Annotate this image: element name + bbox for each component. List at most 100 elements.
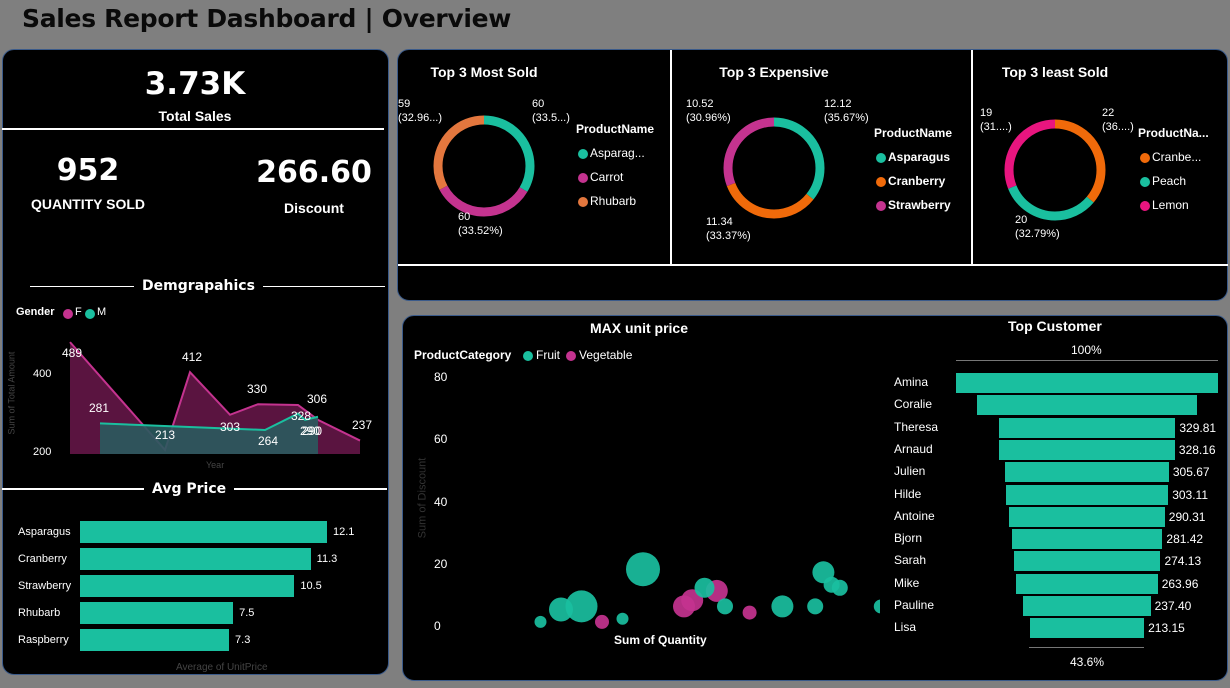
customer-name: Hilde	[894, 486, 922, 501]
donut-value-label: 59	[398, 98, 411, 110]
donut-title: Top 3 Expensive	[719, 64, 829, 80]
scatter-point	[717, 598, 733, 615]
donut-pct-label: (33.5...)	[532, 112, 570, 124]
donut-chart	[1004, 119, 1106, 221]
funnel-bar	[1023, 596, 1151, 616]
scatter-xlabel: Sum of Quantity	[614, 633, 707, 647]
discount-label: Discount	[284, 200, 344, 216]
funnel-bar	[1016, 573, 1158, 594]
customer-name: Arnaud	[894, 441, 933, 456]
legend-dot	[1140, 177, 1150, 187]
scatter-point	[771, 595, 794, 618]
legend-dot	[1140, 201, 1150, 211]
donut-legend-title: ProductName	[576, 122, 655, 136]
legend-m-dot	[85, 309, 95, 319]
y-tick: 40	[434, 495, 448, 509]
donut-value-label: 60	[458, 211, 471, 223]
funnel-value: 263.96	[1161, 576, 1199, 591]
customer-name: Bjorn	[894, 531, 923, 546]
data-label: 264	[258, 434, 279, 448]
donut-pct-label: (33.52%)	[458, 225, 503, 237]
funnel-bar	[956, 373, 1218, 393]
scatter-point	[831, 579, 848, 596]
bar-category: Strawberry	[18, 580, 72, 592]
scatter-point	[673, 595, 695, 618]
legend-dot	[578, 173, 588, 183]
total-sales-value: 3.73K	[144, 66, 246, 102]
donut-legend-item: Rhubarb	[590, 194, 637, 208]
top-pct-line	[956, 360, 1218, 361]
funnel-bar	[976, 395, 1198, 416]
customer-name: Lisa	[894, 620, 917, 635]
donut-value-label: 19	[980, 107, 993, 119]
customer-name: Antoine	[894, 508, 935, 523]
donut-value-label: 60	[532, 98, 545, 110]
funnel-value: 281.42	[1166, 532, 1204, 547]
scatter-ylabel: Sum of Discount	[416, 457, 429, 539]
gender-legend-title: Gender	[16, 306, 55, 318]
top-customer-title: Top Customer	[1008, 318, 1102, 334]
bar-value: 12.1	[333, 526, 355, 538]
data-label: 330	[247, 382, 268, 396]
scatter-point	[873, 599, 880, 614]
bar	[80, 521, 327, 543]
customer-name: Amina	[894, 375, 929, 389]
scatter-point	[742, 605, 757, 620]
bar-category: Cranberry	[18, 553, 67, 565]
legend-dot	[876, 201, 886, 211]
funnel-value: 290.31	[1168, 509, 1206, 524]
scatter-title: MAX unit price	[590, 320, 689, 336]
scatter-point	[616, 612, 629, 625]
data-label: 306	[307, 392, 328, 406]
scatter-point	[807, 598, 824, 615]
divider	[670, 50, 672, 266]
data-label: 281	[89, 401, 110, 415]
funnel-bar	[1005, 462, 1169, 483]
donut-value-label: 20	[1015, 214, 1028, 226]
data-label: 303	[220, 420, 241, 434]
donut-legend-item: Cranberry	[888, 174, 946, 188]
data-label: 489	[62, 346, 83, 360]
donut-pct-label: (35.67%)	[824, 112, 869, 124]
donut-pct-label: (30.96%)	[686, 112, 731, 124]
bar-value: 7.3	[235, 634, 251, 646]
bar-category: Asparagus	[18, 526, 71, 538]
quantity-label: QUANTITY SOLD	[30, 196, 146, 212]
customer-name: Julien	[894, 464, 926, 479]
legend-dot	[578, 149, 588, 159]
donut-legend-item: Asparagus	[888, 150, 951, 164]
funnel-bar	[998, 417, 1176, 438]
divider	[398, 264, 1228, 266]
scatter-chart	[534, 552, 880, 629]
quantity-value: 952	[56, 153, 120, 188]
funnel-value: 303.11	[1172, 487, 1208, 502]
y-tick: 60	[434, 432, 448, 446]
demographics-title: Demgrapahics	[134, 278, 263, 294]
donut-pct-label: (32.79%)	[1015, 228, 1060, 240]
bar	[80, 575, 295, 597]
bar-value: 10.5	[300, 580, 322, 592]
donut-value-label: 22	[1102, 107, 1115, 119]
scatter-legend-title: ProductCategory	[414, 348, 512, 362]
donut-legend-item: Peach	[1152, 174, 1187, 188]
funnel-value: 305.67	[1172, 465, 1210, 480]
data-label: 328	[291, 409, 312, 423]
scatter-point	[565, 590, 598, 623]
donut-value-label: 12.12	[824, 98, 852, 110]
scatter-point	[694, 577, 715, 598]
bar-value: 7.5	[239, 607, 255, 619]
discount-value: 266.60	[256, 155, 372, 190]
funnel-bar	[1013, 551, 1161, 572]
bar	[80, 548, 311, 570]
customer-name: Theresa	[894, 419, 939, 434]
data-label: 237	[352, 418, 373, 432]
data-label: 412	[182, 350, 203, 364]
funnel-bar	[1005, 484, 1169, 505]
donut-pct-label: (31....)	[980, 121, 1012, 133]
customer-name: Coralie	[894, 397, 933, 412]
page-title: Sales Report Dashboard | Overview	[22, 4, 512, 33]
funnel-value: 328.16	[1178, 442, 1216, 457]
funnel-bar	[1009, 506, 1165, 527]
donut-chart	[433, 115, 535, 217]
y-tick: 80	[434, 370, 448, 384]
